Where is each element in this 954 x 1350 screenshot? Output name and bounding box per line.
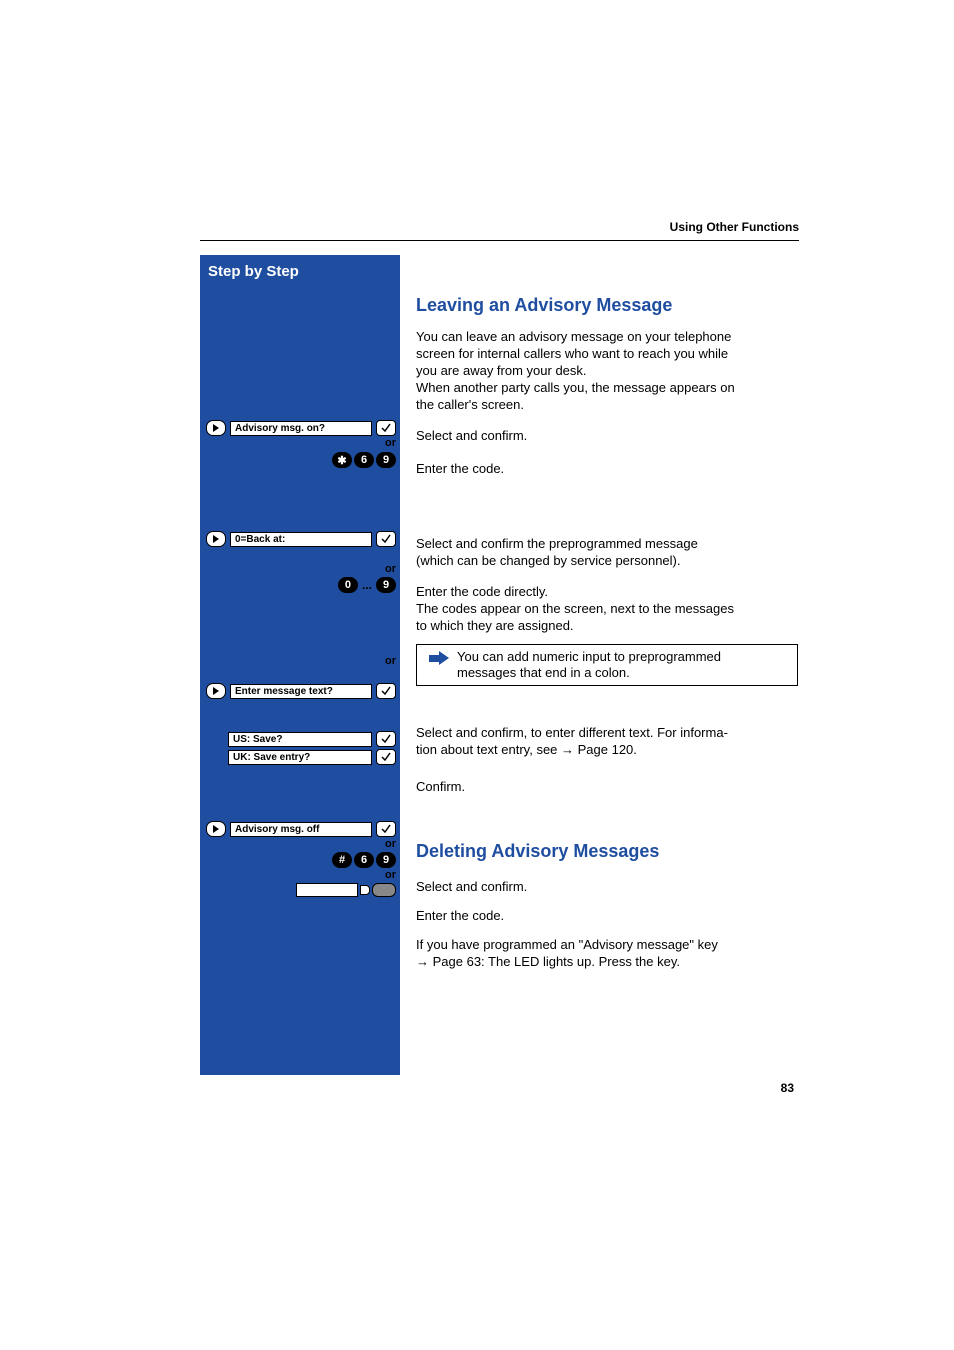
- step-text: Confirm.: [416, 778, 798, 795]
- step-line: → Page 63: The LED lights up. Press the …: [416, 954, 680, 969]
- content-column: Leaving an Advisory Message You can leav…: [416, 255, 798, 974]
- step-text: Select and confirm.: [416, 878, 798, 895]
- note-box: You can add numeric input to preprogramm…: [416, 644, 798, 686]
- sidebar-title: Step by Step: [200, 255, 400, 290]
- section-title-leaving: Leaving an Advisory Message: [416, 295, 798, 316]
- intro-line: the caller's screen.: [416, 397, 524, 412]
- step-line: tion about text entry, see → Page 120.: [416, 742, 637, 757]
- step-text: If you have programmed an "Advisory mess…: [416, 936, 798, 970]
- intro-line: When another party calls you, the messag…: [416, 380, 735, 395]
- step-text: Select and confirm, to enter different t…: [416, 724, 798, 758]
- header-rule: [200, 240, 799, 241]
- intro-line: you are away from your desk.: [416, 363, 587, 378]
- step-line: Select and confirm the preprogrammed mes…: [416, 536, 698, 551]
- note-icon: [423, 649, 453, 681]
- step-text: Select and confirm.: [416, 427, 798, 444]
- step-line: If you have programmed an "Advisory mess…: [416, 937, 718, 952]
- step-text: Enter the code directly. The codes appea…: [416, 583, 798, 634]
- step-line: Select and confirm, to enter different t…: [416, 725, 728, 740]
- section-title-deleting: Deleting Advisory Messages: [416, 841, 798, 862]
- intro-line: You can leave an advisory message on you…: [416, 329, 731, 344]
- step-text: Select and confirm the preprogrammed mes…: [416, 535, 798, 569]
- step-line: Enter the code directly.: [416, 584, 548, 599]
- note-text: You can add numeric input to preprogramm…: [457, 649, 721, 681]
- note-line: messages that end in a colon.: [457, 665, 630, 680]
- intro-para: You can leave an advisory message on you…: [416, 328, 798, 413]
- intro-line: screen for internal callers who want to …: [416, 346, 728, 361]
- running-head: Using Other Functions: [200, 220, 799, 234]
- step-text: Enter the code.: [416, 907, 798, 924]
- step-text: Enter the code.: [416, 460, 798, 477]
- note-line: You can add numeric input to preprogramm…: [457, 649, 721, 664]
- step-line: The codes appear on the screen, next to …: [416, 601, 734, 616]
- step-line: (which can be changed by service personn…: [416, 553, 680, 568]
- step-by-step-sidebar: Step by Step: [200, 255, 400, 1075]
- step-line: to which they are assigned.: [416, 618, 574, 633]
- page-number: 83: [781, 1081, 794, 1095]
